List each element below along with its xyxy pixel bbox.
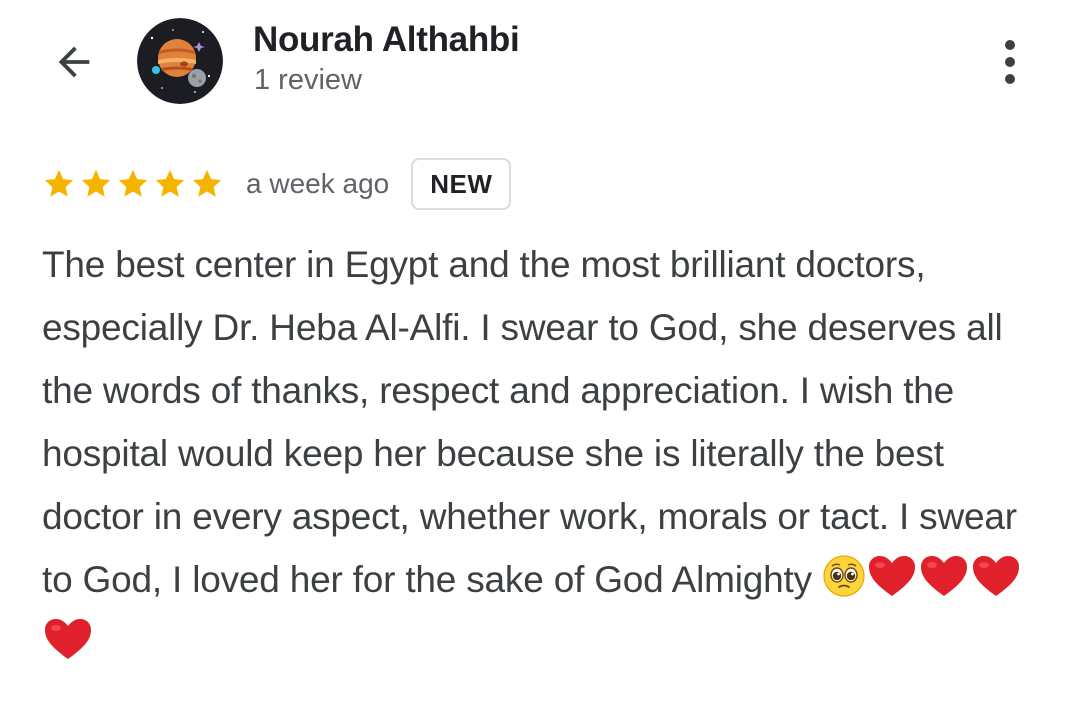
arrow-back-icon [58,46,90,78]
star-icon [44,169,74,197]
avatar[interactable] [137,18,223,104]
star-icon [118,169,148,197]
star-icon [155,169,185,197]
truncated-next-line [42,700,742,706]
more-options-button[interactable] [988,34,1032,90]
review-time: a week ago [246,168,390,199]
red-heart-emoji [42,617,94,661]
review-meta: a week ago NEW [42,157,512,211]
red-heart-emoji [918,554,970,598]
star-rating [42,167,224,201]
review-text: The best center in Egypt and the most br… [42,244,1017,600]
more-vert-icon-dot [1005,74,1015,84]
more-vert-icon [1005,40,1015,50]
review-body: The best center in Egypt and the most br… [42,233,1047,674]
star-icon [192,169,222,197]
new-badge: NEW [411,158,512,210]
user-name[interactable]: Nourah Althahbi [253,20,520,60]
star-icon [81,169,111,197]
review-header: Nourah Althahbi 1 review [0,0,1080,130]
planets-avatar-icon [137,18,223,104]
back-button[interactable] [46,34,102,90]
pleading-face-emoji [822,554,866,598]
more-vert-icon-dot [1005,57,1015,67]
red-heart-emoji [970,554,1022,598]
review-count[interactable]: 1 review [254,64,362,97]
red-heart-emoji [866,554,918,598]
